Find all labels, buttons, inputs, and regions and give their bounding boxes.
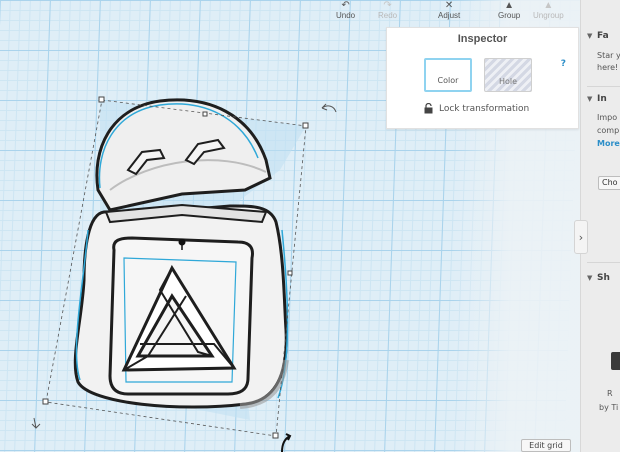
section2-line2: comp: [597, 126, 620, 135]
shape-author: by Ti: [599, 403, 619, 412]
redo-icon: ↷: [383, 0, 392, 11]
group-label: Group: [498, 11, 521, 20]
edit-grid-button[interactable]: Edit grid: [521, 439, 571, 452]
resize-handle-bottom-right[interactable]: [272, 432, 279, 439]
section1-heading: Fa: [597, 31, 609, 41]
side-panel-divider: [587, 86, 620, 87]
section2-heading: In: [597, 94, 607, 104]
redo-label: Redo: [378, 11, 398, 20]
adjust-button[interactable]: ✕ Adjust: [438, 0, 460, 24]
color-swatch-label: Color: [437, 76, 459, 85]
resize-handle-bottom-left[interactable]: [42, 398, 49, 405]
group-button[interactable]: ▲ Group: [498, 0, 520, 24]
undo-label: Undo: [336, 11, 356, 20]
resize-handle-top[interactable]: [202, 111, 208, 117]
resize-handle-right[interactable]: [287, 270, 293, 276]
side-panel-divider: [587, 262, 620, 263]
model-keychain[interactable]: [73, 98, 289, 409]
adjust-icon: ✕: [444, 0, 454, 11]
top-toolbar: ↶ Undo ↷ Redo ✕ Adjust ▲ Group ▲ Ungroup: [318, 0, 580, 24]
section2-more-link[interactable]: More: [597, 138, 620, 149]
section3-heading: Sh: [597, 273, 610, 283]
group-icon: ▲: [504, 0, 515, 11]
hole-swatch-button[interactable]: Hole: [484, 58, 532, 92]
collapse-panel-tab[interactable]: ›: [574, 220, 588, 254]
ungroup-label: Ungroup: [533, 11, 564, 20]
lock-transformation-label: Lock transformation: [439, 103, 530, 114]
chevron-right-icon: ›: [578, 230, 584, 244]
adjust-label: Adjust: [438, 11, 461, 20]
lock-transformation-toggle[interactable]: Lock transformation: [424, 103, 529, 114]
rotate-arrow-bottom-icon[interactable]: [281, 433, 292, 452]
color-swatch-button[interactable]: Color: [424, 58, 472, 92]
inspector-help-link[interactable]: ?: [561, 59, 566, 69]
hole-swatch-label: Hole: [498, 77, 518, 86]
rotate-arrow-left-icon[interactable]: [31, 417, 41, 429]
undo-button[interactable]: ↶ Undo: [336, 0, 355, 24]
resize-handle-top-left[interactable]: [98, 96, 105, 103]
undo-icon: ↶: [341, 0, 350, 11]
section2-line1: Impo: [597, 113, 618, 122]
section1-line1: Star yo: [597, 51, 620, 60]
shape-thumbnail[interactable]: [611, 352, 620, 370]
lift-handle[interactable]: [178, 238, 186, 246]
ungroup-icon: ▲: [543, 0, 554, 11]
inspector-panel: Inspector ? Color Hole Lock transformati…: [386, 27, 579, 129]
resize-handle-top-right[interactable]: [302, 122, 309, 129]
section1-line2: here!: [597, 63, 619, 72]
ungroup-button[interactable]: ▲ Ungroup: [533, 0, 564, 24]
choose-file-button[interactable]: Cho: [598, 176, 620, 190]
section1-collapse-icon[interactable]: ▼: [587, 32, 592, 40]
section2-collapse-icon[interactable]: ▼: [587, 95, 592, 103]
inspector-title: Inspector: [457, 33, 508, 45]
lock-icon: [424, 103, 433, 114]
redo-button[interactable]: ↷ Redo: [378, 0, 397, 24]
shape-title: R: [607, 389, 613, 398]
section3-collapse-icon[interactable]: ▼: [587, 274, 592, 282]
